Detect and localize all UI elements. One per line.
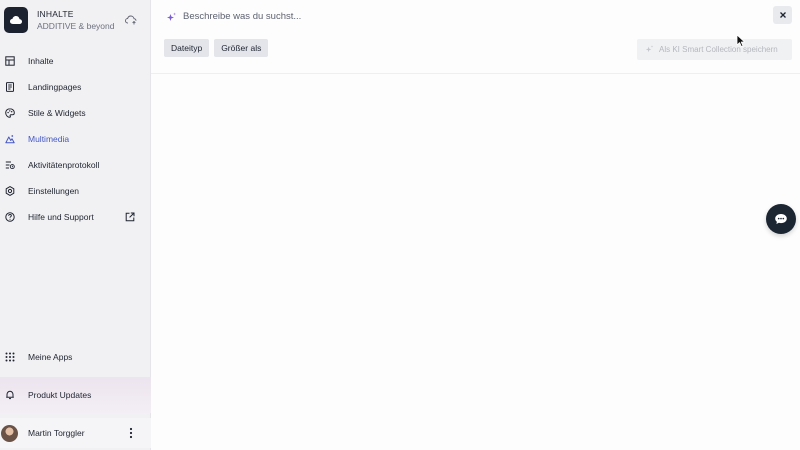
document-icon — [5, 82, 15, 92]
sidebar-item-multimedia[interactable]: Multimedia — [0, 126, 151, 152]
chat-support-button[interactable] — [766, 204, 796, 234]
close-button[interactable] — [773, 6, 792, 24]
multimedia-icon — [5, 134, 15, 144]
avatar — [1, 424, 18, 442]
cloud-upload-icon[interactable] — [123, 12, 139, 28]
filter-bar: Dateityp Größer als — [164, 39, 269, 57]
sidebar-item-aktivitaetenprotokoll[interactable]: Aktivitätenprotokoll — [0, 152, 151, 178]
sidebar: INHALTE ADDITIVE & beyond Inhalte Landin… — [0, 0, 151, 450]
sidebar-item-label: Multimedia — [28, 134, 70, 144]
sidebar-item-hilfe-support[interactable]: Hilfe und Support — [0, 204, 151, 230]
brand-title: INHALTE — [37, 9, 74, 19]
external-link-icon — [125, 212, 135, 222]
cloud-logo-icon — [4, 7, 28, 33]
sidebar-item-label: Stile & Widgets — [28, 108, 86, 118]
activity-list-icon — [5, 160, 15, 170]
sidebar-item-label: Einstellungen — [28, 186, 80, 196]
main-panel: Dateityp Größer als Als KI Smart Collect… — [151, 0, 800, 450]
sidebar-item-label: Aktivitätenprotokoll — [28, 160, 100, 170]
brand-subtitle: ADDITIVE & beyond — [37, 21, 115, 31]
sidebar-item-einstellungen[interactable]: Einstellungen — [0, 178, 151, 204]
save-smart-collection-label: Als KI Smart Collection speichern — [659, 45, 778, 54]
sidebar-nav: Inhalte Landingpages Stile & Widgets Mul… — [0, 48, 151, 230]
sidebar-item-produkt-updates[interactable]: Produkt Updates — [0, 377, 151, 413]
help-icon — [5, 212, 15, 222]
bell-icon — [5, 390, 15, 400]
save-smart-collection-button[interactable]: Als KI Smart Collection speichern — [637, 39, 792, 60]
sidebar-item-label: Landingpages — [28, 82, 82, 92]
layout-icon — [5, 56, 15, 66]
ai-sparkle-icon — [166, 10, 177, 21]
brand-header[interactable]: INHALTE ADDITIVE & beyond — [4, 4, 149, 36]
sidebar-item-landingpages[interactable]: Landingpages — [0, 74, 151, 100]
sidebar-item-label: Hilfe und Support — [28, 212, 94, 222]
mouse-cursor-icon — [736, 34, 745, 47]
sidebar-item-label: Inhalte — [28, 56, 54, 66]
user-profile[interactable]: Martin Torggler — [0, 418, 151, 448]
filter-dateityp-button[interactable]: Dateityp — [164, 39, 210, 57]
search-bar — [151, 0, 800, 32]
sidebar-item-label: Produkt Updates — [28, 390, 92, 400]
search-input[interactable] — [183, 8, 743, 24]
user-name: Martin Torggler — [28, 428, 85, 438]
palette-icon — [5, 108, 15, 118]
ai-sparkle-icon — [645, 45, 654, 54]
apps-grid-icon — [5, 352, 15, 362]
divider — [151, 73, 800, 74]
sidebar-item-label: Meine Apps — [28, 352, 73, 362]
sidebar-item-meine-apps[interactable]: Meine Apps — [0, 344, 151, 370]
more-vertical-icon[interactable] — [125, 426, 137, 440]
sidebar-item-inhalte[interactable]: Inhalte — [0, 48, 151, 74]
chat-bubble-icon — [775, 214, 787, 224]
filter-groesser-als-button[interactable]: Größer als — [214, 39, 269, 57]
close-icon — [779, 12, 786, 18]
settings-icon — [5, 186, 15, 196]
sidebar-item-stile-widgets[interactable]: Stile & Widgets — [0, 100, 151, 126]
